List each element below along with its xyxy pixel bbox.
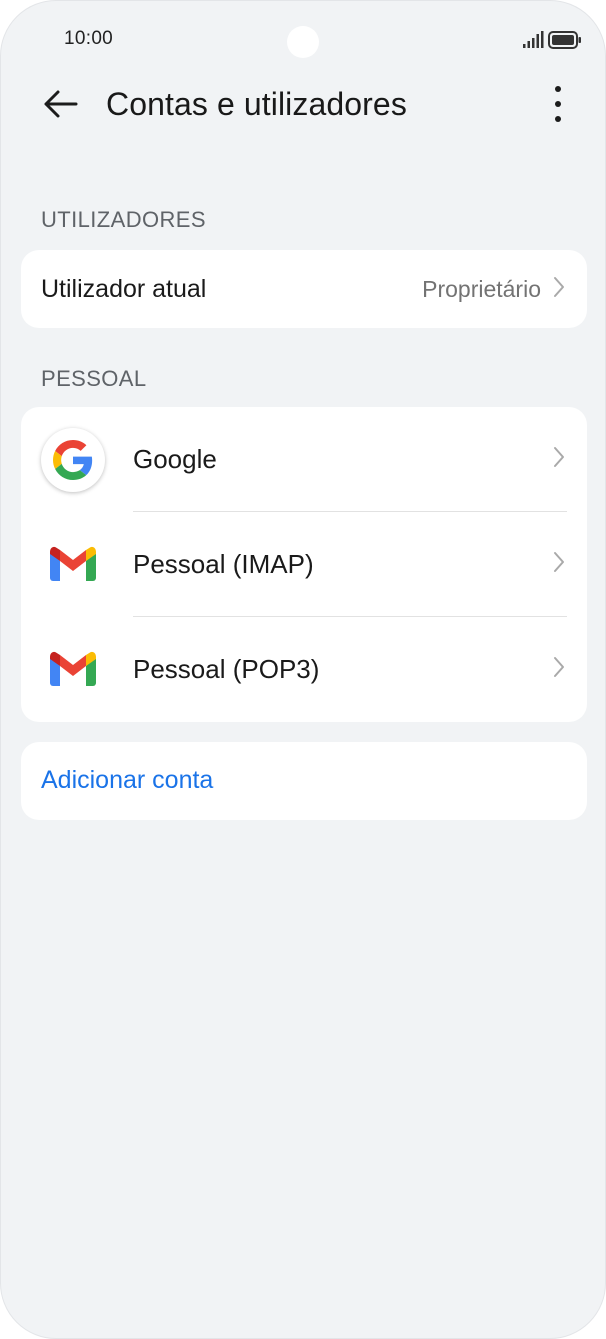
status-time: 10:00	[64, 28, 114, 49]
signal-bars-icon	[522, 31, 544, 54]
chevron-right-icon	[553, 276, 565, 303]
phone-screen: 10:00 Contas e utilizadores UTILIZADORES…	[0, 0, 606, 1339]
account-row-google[interactable]: Google	[21, 407, 587, 512]
account-label: Pessoal (POP3)	[133, 654, 320, 684]
page-title: Contas e utilizadores	[106, 86, 407, 122]
section-header-personal: PESSOAL	[41, 366, 147, 391]
current-user-row[interactable]: Utilizador atual Proprietário	[21, 250, 587, 328]
chevron-right-icon	[553, 656, 565, 683]
section-header-users: UTILIZADORES	[41, 207, 206, 232]
account-row-imap[interactable]: Pessoal (IMAP)	[21, 512, 587, 617]
add-account-button[interactable]: Adicionar conta	[21, 742, 587, 820]
users-card: Utilizador atual Proprietário	[21, 250, 587, 328]
add-account-label: Adicionar conta	[41, 766, 214, 794]
account-row-pop3[interactable]: Pessoal (POP3)	[21, 617, 587, 722]
google-icon	[41, 428, 105, 492]
gmail-icon	[41, 532, 105, 596]
chevron-right-icon	[553, 446, 565, 473]
current-user-value: Proprietário	[422, 275, 541, 302]
account-label: Pessoal (IMAP)	[133, 549, 314, 579]
arrow-left-icon	[42, 89, 78, 124]
current-user-label: Utilizador atual	[41, 274, 207, 303]
back-button[interactable]	[37, 83, 83, 129]
battery-full-icon	[548, 31, 582, 54]
more-options-button[interactable]	[539, 83, 577, 129]
more-vertical-icon	[554, 85, 562, 128]
account-label: Google	[133, 444, 217, 474]
front-camera	[287, 26, 319, 58]
chevron-right-icon	[553, 551, 565, 578]
personal-accounts-card: Google Pessoal (IMAP) Pessoal (POP3)	[21, 407, 587, 722]
gmail-icon	[41, 637, 105, 701]
